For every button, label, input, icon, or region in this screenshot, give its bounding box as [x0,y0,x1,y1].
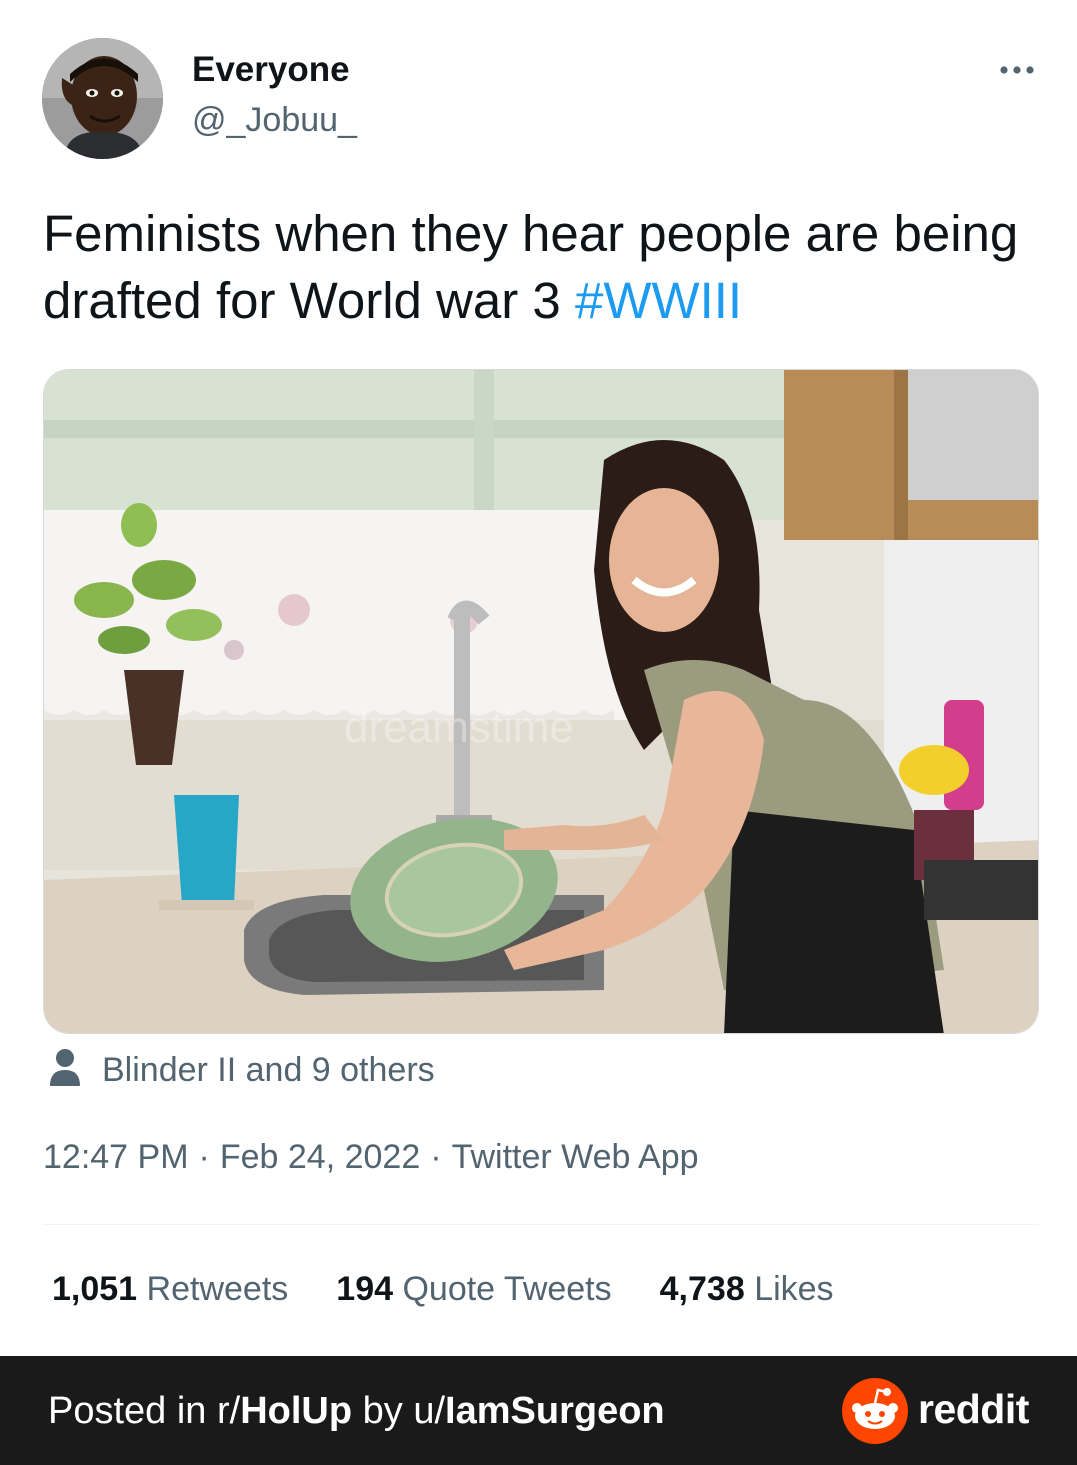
kitchen-photo-illustration: dreamstime [44,370,1038,1033]
posted-by: by u/ [352,1390,446,1432]
subreddit-link[interactable]: HolUp [240,1390,352,1432]
retweets-count: 1,051 [52,1270,138,1308]
author-avatar[interactable] [42,38,163,159]
separator-dot: · [430,1138,442,1176]
posted-in-text: Posted in r/HolUp by u/IamSurgeon [48,1390,665,1433]
hashtag-link[interactable]: #WWIII [575,272,742,329]
watermark-text: dreamstime [344,703,574,752]
quote-tweets-stat[interactable]: 194 Quote Tweets [336,1270,611,1309]
tweet-time[interactable]: 12:47 PM [43,1138,189,1177]
quote-tweets-label: Quote Tweets [402,1270,612,1308]
tweet-date[interactable]: Feb 24, 2022 [220,1138,420,1177]
more-horizontal-icon[interactable] [998,56,1038,84]
tweet-photo[interactable]: dreamstime [43,369,1039,1034]
posted-prefix: Posted in r/ [48,1390,241,1432]
tweet-body-text: Feminists when they hear people are bein… [43,205,1019,329]
quote-tweets-count: 194 [336,1270,394,1308]
retweets-label: Retweets [146,1270,289,1308]
person-icon [48,1048,82,1093]
engagement-stats: 1,051 Retweets 194 Quote Tweets 4,738 Like… [52,1270,882,1309]
author-handle[interactable]: @_Jobuu_ [192,101,357,140]
likes-count: 4,738 [659,1270,745,1308]
timestamp-row: 12:47 PM · Feb 24, 2022 · Twitter Web App [43,1138,699,1177]
social-context[interactable]: Blinder II and 9 others [48,1048,435,1092]
username-link[interactable]: IamSurgeon [445,1390,665,1432]
likes-label: Likes [754,1270,834,1308]
reddit-footer: Posted in r/HolUp by u/IamSurgeon reddit [0,1356,1077,1465]
reddit-snoo-icon[interactable] [842,1378,908,1444]
tweet-source[interactable]: Twitter Web App [452,1138,699,1177]
author-display-name[interactable]: Everyone [192,50,350,90]
retweets-stat[interactable]: 1,051 Retweets [52,1270,288,1309]
separator-dot: · [198,1138,210,1176]
likes-stat[interactable]: 4,738 Likes [660,1270,834,1309]
tweet-text: Feminists when they hear people are bein… [43,200,1043,334]
reddit-wordmark[interactable]: reddit [918,1386,1029,1433]
divider [43,1224,1039,1225]
likers-text: Blinder II and 9 others [102,1050,435,1089]
